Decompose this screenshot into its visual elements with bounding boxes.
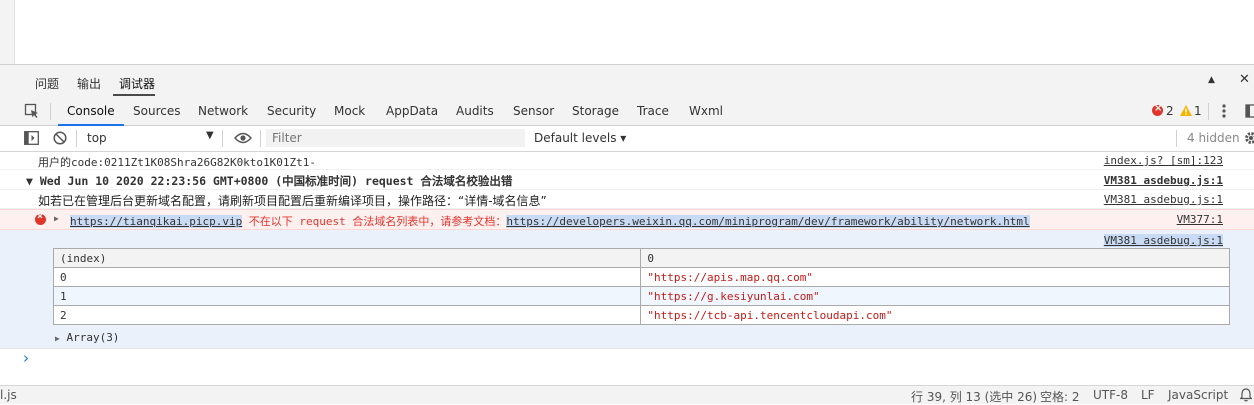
tab-appdata[interactable]: AppData — [386, 104, 438, 118]
prompt-chevron-icon: › — [23, 349, 29, 367]
table-header-index[interactable]: (index) — [52, 248, 642, 268]
inspect-element-icon[interactable] — [24, 103, 40, 122]
simulator-area — [0, 0, 1254, 64]
tab-audits[interactable]: Audits — [456, 104, 494, 118]
console-settings-gear-icon[interactable] — [1244, 131, 1254, 148]
tab-debugger[interactable]: 调试器 — [119, 75, 155, 92]
tab-sources[interactable]: Sources — [133, 104, 180, 118]
table-cell-index: 1 — [52, 286, 642, 306]
cursor-position[interactable]: 行 39, 列 13 (选中 26) — [911, 388, 1037, 405]
log-text: 用户的code:0211Zt1K08Shra26G82K0kto1K01Zt1- — [38, 156, 317, 169]
expand-array-icon[interactable]: ▶ — [55, 334, 60, 343]
error-icon-glyph: × — [1154, 103, 1163, 114]
error-count: 2 — [1166, 104, 1174, 118]
console-group-header[interactable]: ▼ Wed Jun 10 2020 22:23:56 GMT+0800 (中国标… — [0, 170, 1254, 190]
close-panel-icon[interactable]: ✕ — [1239, 72, 1250, 87]
table-header-value[interactable]: 0 — [640, 248, 1230, 268]
toolbar-divider — [260, 130, 261, 147]
show-sidebar-icon[interactable] — [24, 131, 39, 148]
table-row: 1 "https://g.kesiyunlai.com" — [52, 286, 1230, 306]
log-source-link[interactable]: index.js? [sm]:123 — [1104, 154, 1223, 167]
context-selector[interactable]: top — [87, 131, 107, 145]
error-source-link[interactable]: VM377:1 — [1177, 213, 1223, 226]
table-cell-index: 0 — [52, 267, 642, 287]
tab-storage[interactable]: Storage — [572, 104, 619, 118]
console-error-line: × ▶ https://tianqikai.picp.vip 不在以下 requ… — [0, 209, 1254, 230]
group-source-link[interactable]: VM381 asdebug.js:1 — [1104, 174, 1223, 187]
indentation-setting[interactable]: 空格: 2 — [1040, 388, 1080, 405]
live-expression-eye-icon[interactable] — [234, 132, 252, 147]
warning-count: 1 — [1194, 104, 1202, 118]
error-text: 不在以下 request 合法域名列表中，请参考文档： — [242, 215, 507, 228]
tab-trace[interactable]: Trace — [637, 104, 669, 118]
dock-side-icon[interactable] — [1245, 104, 1254, 121]
status-bar: l.js 行 39, 列 13 (选中 26) 空格: 2 UTF-8 LF J… — [0, 385, 1254, 404]
toolbar-divider — [76, 130, 77, 147]
language-mode[interactable]: JavaScript — [1168, 388, 1228, 402]
toolbar-divider — [222, 130, 223, 147]
tab-wxml[interactable]: Wxml — [689, 104, 723, 118]
array-expander[interactable]: ▶ Array(3) — [55, 331, 119, 344]
editor-gutter-strip — [0, 0, 15, 64]
table-cell-index: 2 — [52, 305, 642, 325]
context-dropdown-icon[interactable]: ▼ — [206, 130, 214, 141]
console-prompt-row[interactable]: › — [0, 348, 1254, 370]
tab-security[interactable]: Security — [267, 104, 316, 118]
console-table: (index) 0 0 "https://apis.map.qq.com" 1 … — [52, 248, 1230, 325]
badge-divider — [1208, 103, 1209, 120]
log-levels-dropdown[interactable]: Default levels ▾ — [534, 131, 626, 145]
line-ending[interactable]: LF — [1141, 388, 1155, 402]
expand-error-icon[interactable]: ▶ — [54, 214, 59, 223]
table-cell-value: "https://tcb-api.tencentcloudapi.com" — [640, 305, 1230, 325]
table-cell-value: "https://apis.map.qq.com" — [640, 267, 1230, 287]
error-message: https://tianqikai.picp.vip 不在以下 request … — [70, 213, 1030, 229]
docs-link[interactable]: https://developers.weixin.qq.com/minipro… — [506, 215, 1030, 228]
active-panel-indicator — [113, 94, 155, 96]
console-filter-input[interactable] — [266, 129, 525, 147]
tabs-divider — [50, 103, 51, 120]
log-text: 如若已在管理后台更新域名配置，请刷新项目配置后重新编译项目，操作路径：“详情-域… — [38, 194, 547, 208]
devtools-tab-bar: Console Sources Network Security Mock Ap… — [0, 98, 1254, 126]
tab-console[interactable]: Console — [67, 104, 115, 118]
hidden-messages-count: 4 hidden — [1187, 131, 1240, 145]
console-toolbar: top ▼ Default levels ▾ 4 hidden — [0, 126, 1254, 152]
more-options-icon[interactable] — [1222, 103, 1226, 122]
tab-problems[interactable]: 问题 — [35, 75, 59, 92]
array-label: Array(3) — [66, 331, 120, 344]
table-cell-value: "https://g.kesiyunlai.com" — [640, 286, 1230, 306]
clear-console-icon[interactable] — [53, 131, 67, 148]
table-row: 0 "https://apis.map.qq.com" — [52, 267, 1230, 287]
toolbar-divider — [1176, 130, 1177, 147]
error-url-link[interactable]: https://tianqikai.picp.vip — [70, 215, 243, 228]
collapse-panel-icon[interactable]: ▲ — [1208, 75, 1215, 85]
table-source-link[interactable]: VM381 asdebug.js:1 — [1103, 234, 1223, 247]
group-title: ▼ Wed Jun 10 2020 22:23:56 GMT+0800 (中国标… — [26, 174, 513, 188]
tab-output[interactable]: 输出 — [77, 75, 101, 92]
tab-network[interactable]: Network — [198, 104, 248, 118]
log-source-link[interactable]: VM381 asdebug.js:1 — [1104, 193, 1223, 206]
console-log-line: 如若已在管理后台更新域名配置，请刷新项目配置后重新编译项目，操作路径：“详情-域… — [0, 190, 1254, 209]
status-file-name[interactable]: l.js — [0, 388, 17, 402]
tab-mock[interactable]: Mock — [334, 104, 365, 118]
tab-sensor[interactable]: Sensor — [513, 104, 554, 118]
notification-bell-icon[interactable] — [1239, 388, 1253, 405]
file-encoding[interactable]: UTF-8 — [1093, 388, 1128, 402]
console-log-line: 用户的code:0211Zt1K08Shra26G82K0kto1K01Zt1-… — [0, 152, 1254, 170]
error-icon-glyph: × — [37, 211, 44, 222]
table-row: 2 "https://tcb-api.tencentcloudapi.com" — [52, 305, 1230, 325]
table-header-row: (index) 0 — [52, 248, 1230, 268]
warning-icon — [1180, 105, 1192, 116]
panel-tab-bar: 问题 输出 调试器 ▲ ✕ — [0, 64, 1254, 98]
